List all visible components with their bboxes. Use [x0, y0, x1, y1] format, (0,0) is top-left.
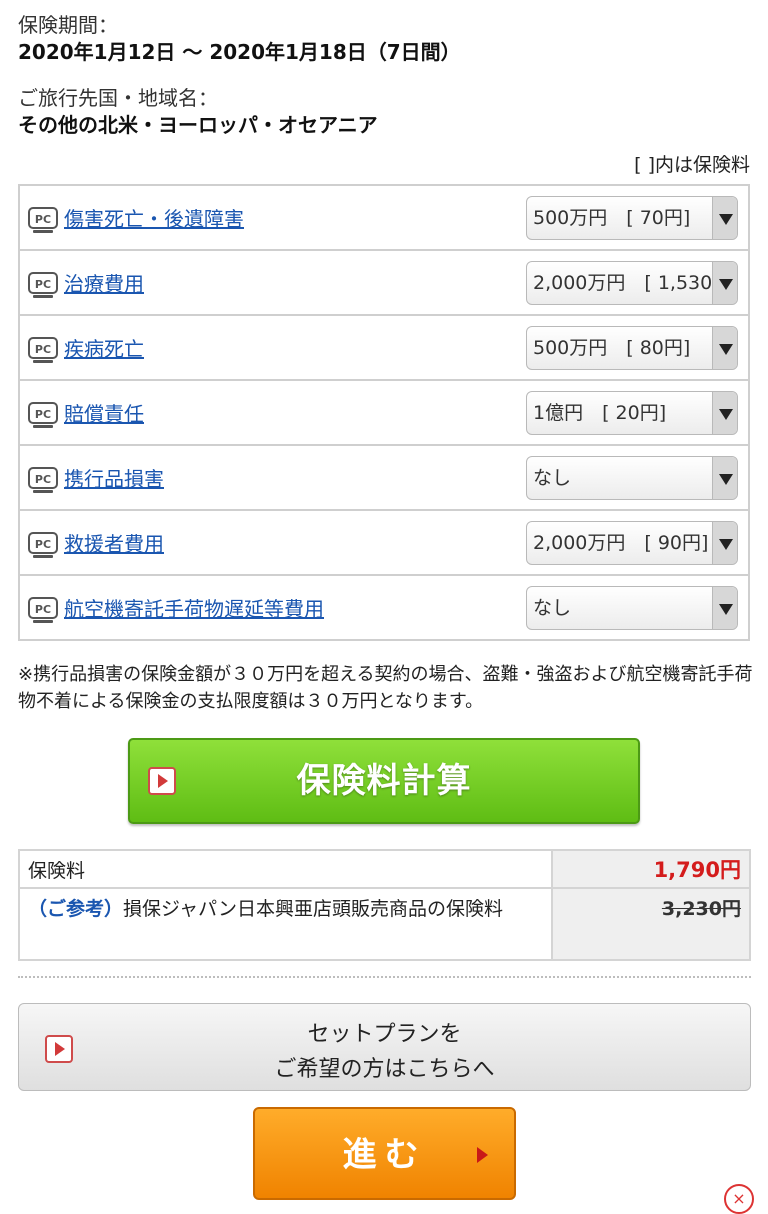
select-value: 2,000万円 [ 90円]	[533, 531, 709, 554]
dropdown-arrow-icon	[712, 586, 737, 629]
select-value: 2,000万円 [ 1,530円]	[533, 271, 711, 294]
coverage-row: PC 携行品損害 なし	[19, 445, 749, 511]
reference-label: （ご参考）	[28, 898, 124, 920]
coverage-link[interactable]: 治療費用	[64, 272, 144, 296]
next-button[interactable]: 進む	[253, 1107, 516, 1200]
bracket-note: [ ]内は保険料	[634, 154, 750, 176]
coverage-row: PC治療費用 2,000万円 [ 1,530円]	[19, 250, 749, 316]
reference-text: 損保ジャパン日本興亜店頭販売商品の保険料	[123, 898, 504, 920]
period-value: 2020年1月12日 ～ 2020年1月18日（7日間）	[18, 40, 461, 64]
pc-icon: PC	[28, 401, 58, 428]
dropdown-arrow-icon	[712, 456, 737, 499]
dropdown-arrow-icon	[712, 261, 737, 304]
disclaimer-note: ※携行品損害の保険金額が３０万円を超える契約の場合、盗難・強盗および航空機寄託手…	[18, 664, 753, 712]
pc-icon: PC	[28, 206, 58, 233]
pc-icon: PC	[28, 531, 58, 558]
dropdown-arrow-icon	[712, 391, 737, 434]
dotted-divider	[18, 976, 751, 978]
select-value: なし	[533, 466, 572, 489]
coverage-link[interactable]: 疾病死亡	[64, 337, 144, 361]
coverage-amount-select[interactable]: 2,000万円 [ 1,530円]	[526, 260, 738, 305]
select-value: 500万円 [ 80円]	[533, 336, 691, 359]
set-plan-line1: セットプランを	[307, 1022, 462, 1047]
destination: ご旅行先国・地域名： その他の北米・ヨーロッパ・オセアニア	[18, 85, 378, 139]
next-button-label: 進む	[342, 1135, 427, 1175]
coverage-row: PC 航空機寄託手荷物遅延等費用 なし	[19, 575, 749, 640]
premium-label: 保険料	[19, 850, 552, 889]
pc-icon: PC	[28, 596, 58, 623]
coverage-row: PC 疾病死亡 500万円 [ 80円]	[19, 315, 749, 381]
coverage-link[interactable]: 賠償責任	[64, 402, 144, 426]
coverage-row: PC 救援者費用 2,000万円 [ 90円]	[19, 510, 749, 576]
destination-label: ご旅行先国・地域名：	[18, 86, 218, 110]
premium-value: 1,790円	[653, 858, 741, 882]
premium-row: 保険料 1,790円	[19, 850, 750, 889]
pc-icon: PC	[28, 336, 58, 363]
dropdown-arrow-icon	[712, 196, 737, 239]
coverage-amount-select[interactable]: 1億円 [ 20円]	[526, 390, 738, 435]
coverage-row: PC 賠償責任 1億円 [ 20円]	[19, 380, 749, 446]
destination-value: その他の北米・ヨーロッパ・オセアニア	[18, 113, 378, 137]
close-icon[interactable]: ×	[724, 1184, 754, 1214]
set-plan-button[interactable]: セットプランを ご希望の方はこちらへ	[18, 1003, 751, 1091]
premium-table: 保険料 1,790円 （ご参考）損保ジャパン日本興亜店頭販売商品の保険料 3,2…	[18, 849, 751, 961]
reference-value: 3,230円	[661, 898, 741, 920]
select-value: 1億円 [ 20円]	[533, 401, 667, 424]
coverage-amount-select[interactable]: 2,000万円 [ 90円]	[526, 520, 738, 565]
coverage-row: PC 傷害死亡・後遺障害 500万円 [ 70円]	[19, 185, 749, 251]
coverage-link[interactable]: 傷害死亡・後遺障害	[64, 207, 244, 231]
calculate-premium-button[interactable]: 保険料計算	[128, 738, 640, 824]
coverage-amount-select[interactable]: なし	[526, 455, 738, 500]
period-label: 保険期間：	[18, 13, 118, 37]
coverage-amount-select[interactable]: なし	[526, 585, 738, 630]
dropdown-arrow-icon	[712, 326, 737, 369]
set-plan-line2: ご希望の方はこちらへ	[274, 1057, 495, 1082]
coverage-link[interactable]: 航空機寄託手荷物遅延等費用	[64, 597, 324, 621]
dropdown-arrow-icon	[712, 521, 737, 564]
arrow-right-icon	[477, 1147, 488, 1163]
coverage-amount-select[interactable]: 500万円 [ 70円]	[526, 195, 738, 240]
coverage-link[interactable]: 救援者費用	[64, 532, 164, 556]
reference-premium-row: （ご参考）損保ジャパン日本興亜店頭販売商品の保険料 3,230円	[19, 888, 750, 960]
select-value: 500万円 [ 70円]	[533, 206, 691, 229]
pc-icon: PC	[28, 271, 58, 298]
calculate-button-label: 保険料計算	[296, 761, 472, 801]
select-value: なし	[533, 596, 572, 619]
coverage-link[interactable]: 携行品損害	[64, 467, 164, 491]
insurance-period: 保険期間： 2020年1月12日 ～ 2020年1月18日（7日間）	[18, 12, 461, 66]
coverage-table: PC 傷害死亡・後遺障害 500万円 [ 70円] PC 治療費用 2,000万円 …	[18, 184, 750, 641]
pc-icon: PC	[28, 466, 58, 493]
coverage-amount-select[interactable]: 500万円 [ 80円]	[526, 325, 738, 370]
